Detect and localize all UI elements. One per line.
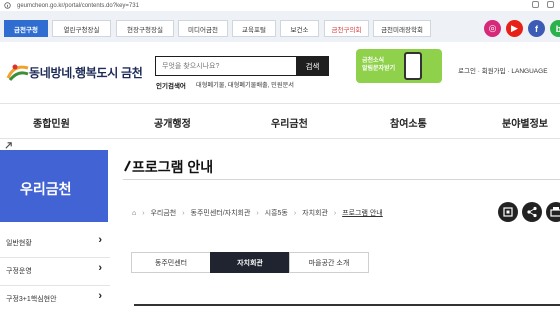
nav-item-open-admin[interactable]: 공개행정	[154, 115, 191, 130]
search-input[interactable]	[155, 56, 297, 76]
print-icon	[550, 207, 560, 217]
gov-tab-field-office[interactable]: 현장구청장실	[116, 20, 174, 37]
tab-autonomy-hall[interactable]: 자치회관	[210, 252, 290, 273]
chevron-right-icon: ›	[98, 290, 102, 302]
youtube-icon[interactable]: ▶	[506, 20, 523, 37]
qr-icon	[503, 207, 513, 217]
sidebar-item-operation[interactable]: 구정운영 ›	[0, 256, 110, 286]
blog-icon[interactable]: b	[550, 20, 560, 37]
gov-tab-home[interactable]: 금천구청	[4, 20, 48, 37]
gov-tab-council[interactable]: 금천구의회	[324, 20, 369, 37]
arrow-icon	[5, 142, 12, 149]
chevron-right-icon: ›	[98, 234, 102, 246]
gov-tab-scholarship[interactable]: 금천미래장학회	[373, 20, 431, 37]
share-button[interactable]	[522, 202, 542, 222]
gov-tab-media[interactable]: 미디어금천	[178, 20, 228, 37]
sidebar-item-overview[interactable]: 일반현황 ›	[0, 228, 110, 258]
nav-item-info[interactable]: 분야별정보	[502, 115, 548, 130]
breadcrumb-item[interactable]: 자치회관	[302, 210, 328, 217]
banner-text: 금천소식 알림문자받기	[362, 57, 395, 73]
home-icon[interactable]: ⌂	[132, 210, 136, 217]
sidebar-item-label: 구정운영	[6, 268, 32, 275]
breadcrumb-separator: ›	[256, 210, 259, 217]
url-text[interactable]: geumcheon.go.kr/portal/contents.do?key=7…	[17, 3, 139, 9]
breadcrumb-item[interactable]: 동주민센터/자치회관	[191, 210, 251, 217]
gov-tab-education[interactable]: 교육포털	[232, 20, 276, 37]
breadcrumb: ⌂ › 우리금천 › 동주민센터/자치회관 › 시흥5동 › 자치회관 › 프로…	[132, 208, 383, 218]
gov-site-bar: 금천구청 열린구청장실 현장구청장실 미디어금천 교육포털 보건소 금천구의회 …	[0, 11, 560, 42]
popular-search-terms[interactable]: 대형폐기물, 대형폐기물배출, 민원문서	[196, 80, 294, 89]
breadcrumb-current[interactable]: 프로그램 안내	[342, 210, 383, 217]
phone-icon	[404, 52, 422, 80]
browser-bar: geumcheon.go.kr/portal/contents.do?key=7…	[0, 0, 560, 11]
facebook-icon[interactable]: f	[528, 20, 545, 37]
site-logo-icon[interactable]	[6, 60, 30, 82]
nav-item-participation[interactable]: 참여소통	[390, 115, 427, 130]
search-button[interactable]: 검색	[296, 56, 329, 76]
site-title[interactable]: 동네방네,행복도시 금천	[29, 64, 143, 81]
breadcrumb-separator: ›	[293, 210, 297, 217]
banner-line-2: 알림문자받기	[362, 66, 396, 72]
gov-tab-open-office[interactable]: 열린구청장실	[52, 20, 111, 37]
qr-button[interactable]	[498, 202, 518, 222]
sidebar-item-core-issues[interactable]: 구정3+1핵심현안 ›	[0, 284, 110, 312]
tab-village-space[interactable]: 마을공간 소개	[289, 252, 369, 273]
tab-community-center[interactable]: 동주민센터	[131, 252, 211, 273]
extensions-icon[interactable]	[547, 1, 554, 8]
breadcrumb-separator: ›	[142, 210, 145, 217]
breadcrumb-item[interactable]: 시흥5동	[265, 210, 288, 217]
content-divider	[134, 304, 560, 306]
bookmark-icon[interactable]	[532, 1, 539, 8]
content-tabs: 동주민센터 자치회관 마을공간 소개	[131, 252, 369, 273]
title-divider	[123, 179, 560, 180]
share-icon	[527, 206, 537, 218]
nav-item-our-geumcheon[interactable]: 우리금천	[271, 115, 308, 130]
top-links[interactable]: 로그인 · 회원가입 · LANGUAGE	[458, 65, 548, 75]
banner-line-1: 금천소식	[362, 58, 385, 64]
sidebar-item-label: 일반현황	[6, 240, 32, 247]
sidebar-heading-box: 우리금천	[0, 150, 108, 222]
breadcrumb-item[interactable]: 우리금천	[150, 210, 176, 217]
sidebar-heading: 우리금천	[20, 181, 72, 197]
page-title: 프로그램 안내	[132, 159, 214, 175]
breadcrumb-separator: ›	[182, 210, 185, 217]
title-slash-icon	[124, 160, 131, 172]
site-info-icon[interactable]	[4, 2, 11, 9]
main-nav: 종합민원 공개행정 우리금천 참여소통 분야별정보	[0, 103, 560, 139]
browser-actions	[532, 1, 554, 8]
breadcrumb-separator: ›	[333, 210, 337, 217]
sidebar-item-label: 구정3+1핵심현안	[6, 296, 57, 303]
instagram-icon[interactable]: ◎	[484, 20, 501, 37]
gov-tab-health[interactable]: 보건소	[280, 20, 319, 37]
print-button[interactable]	[546, 202, 560, 222]
nav-item-civil[interactable]: 종합민원	[33, 115, 70, 130]
popular-search-label: 인기검색어	[156, 83, 186, 90]
sms-subscribe-banner[interactable]: 금천소식 알림문자받기	[356, 49, 442, 83]
chevron-right-icon: ›	[98, 262, 102, 274]
